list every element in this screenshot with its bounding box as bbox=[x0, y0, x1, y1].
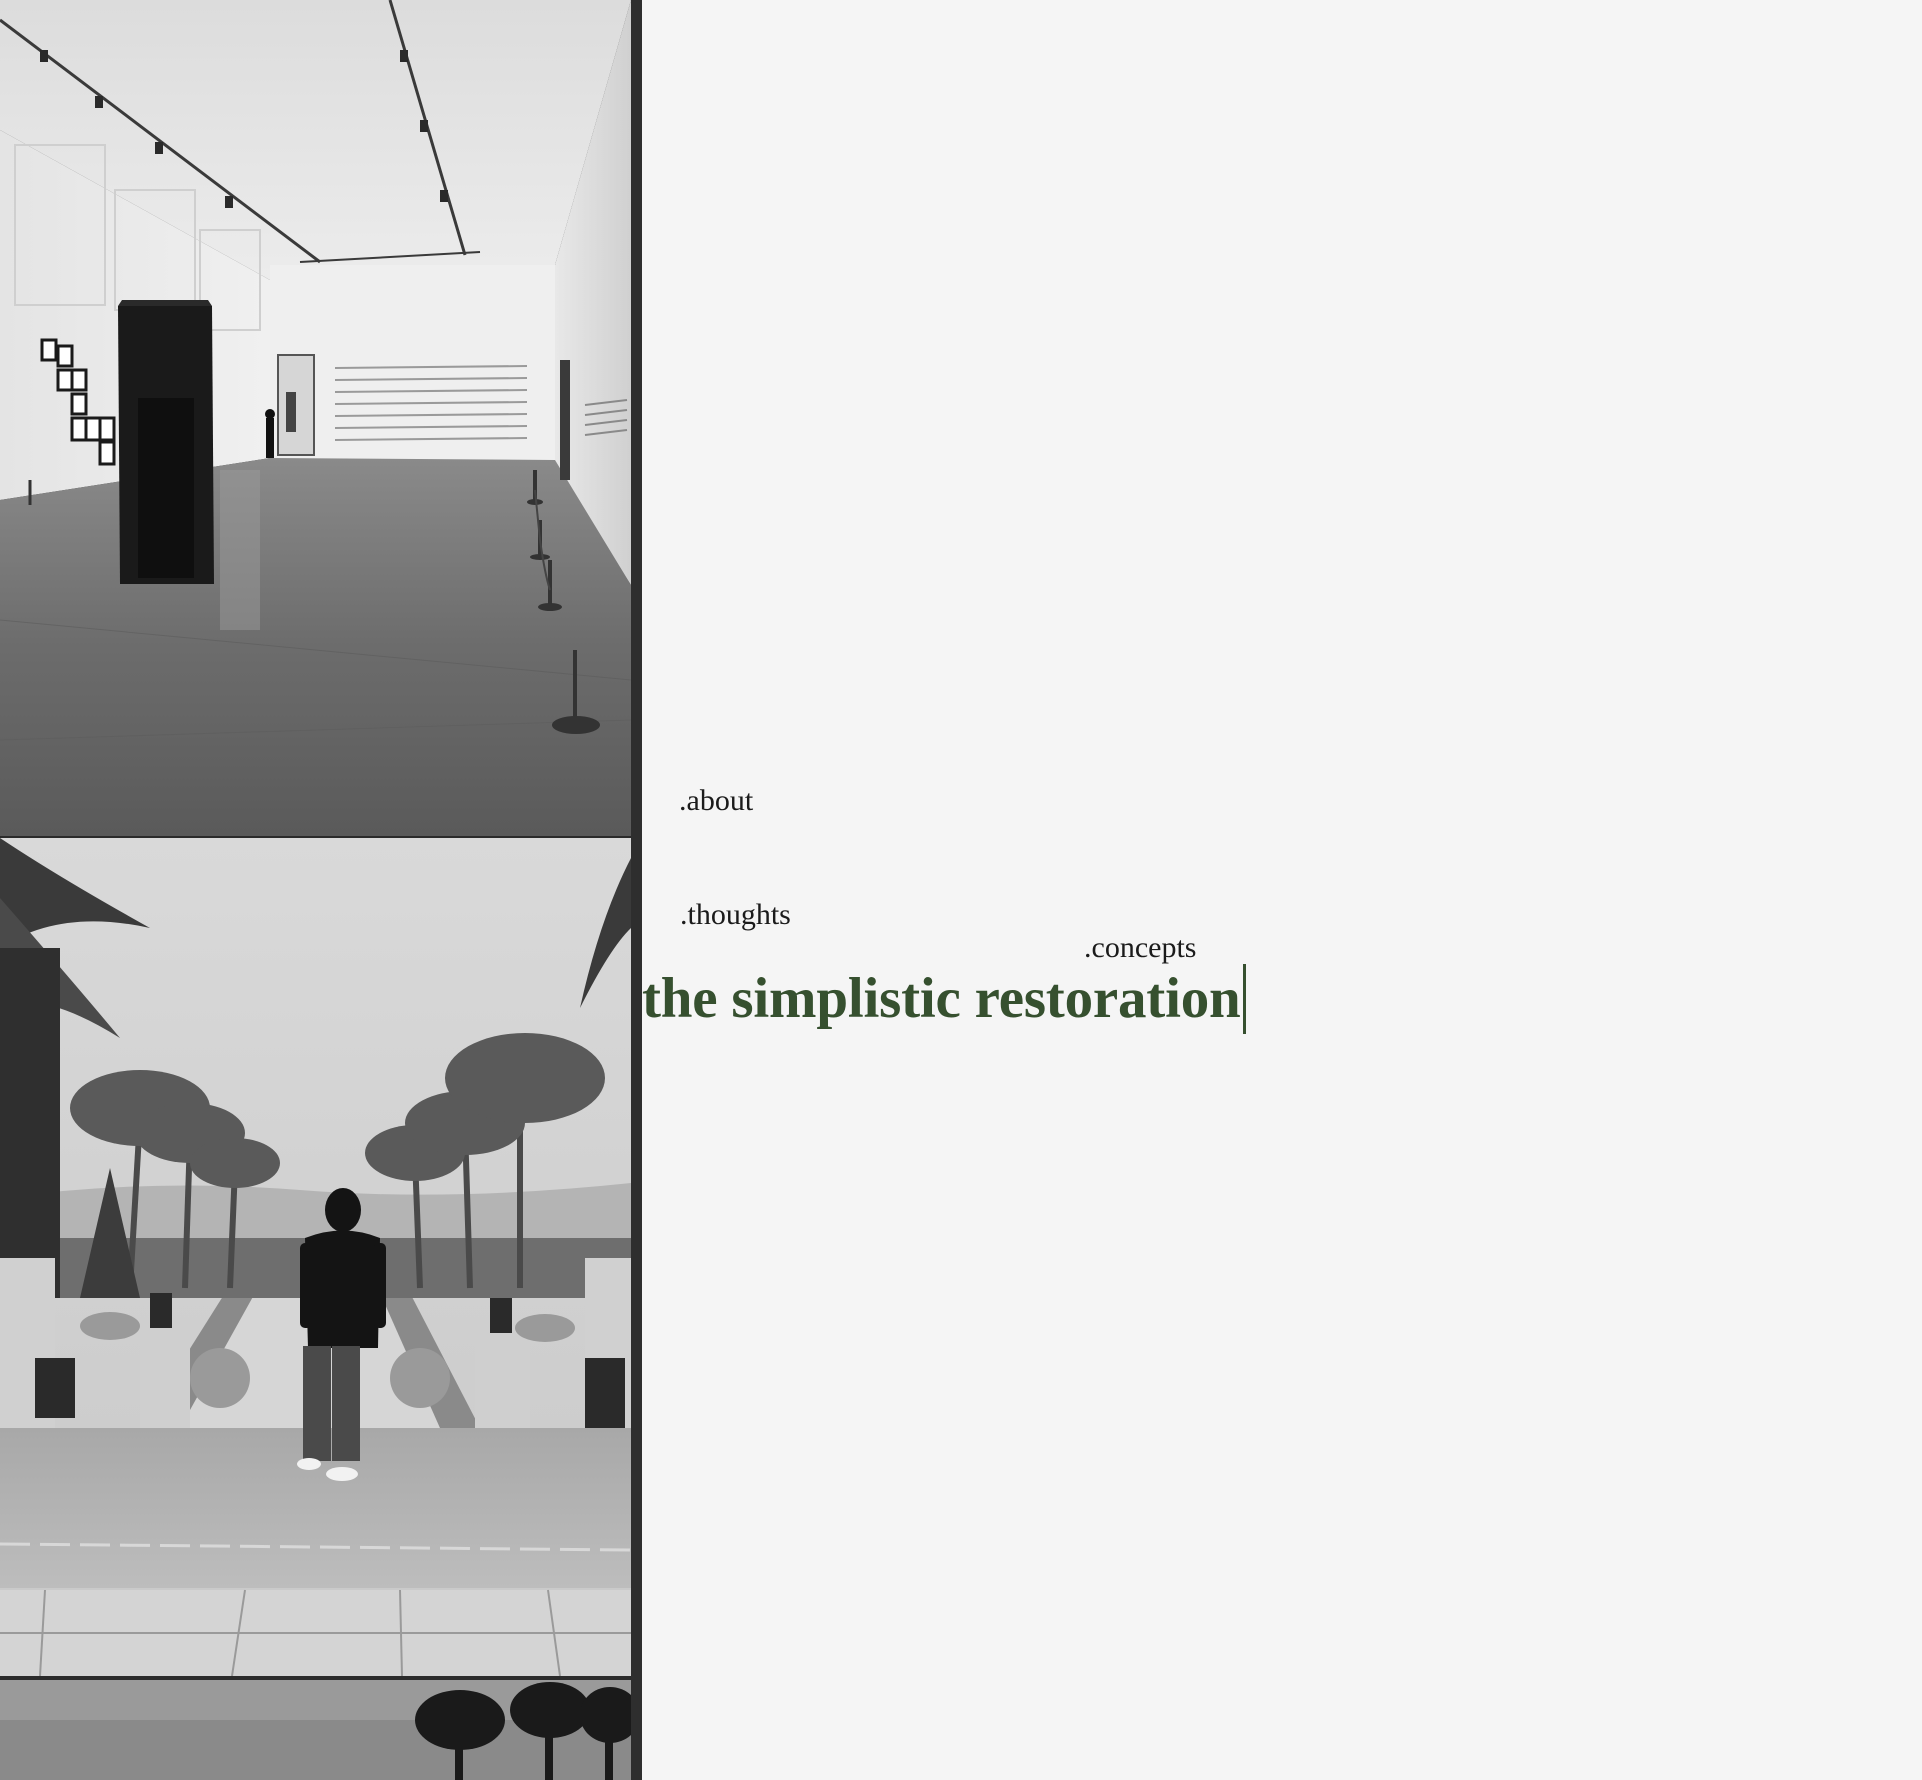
typing-caret bbox=[1242, 964, 1246, 1034]
nav-about-link[interactable]: .about bbox=[679, 784, 753, 818]
page: .about .thoughts .concepts the simplisti… bbox=[0, 0, 1922, 1780]
hero-title-wrap: the simplistic restoration bbox=[642, 964, 1246, 1034]
gallery-interior-photo bbox=[0, 0, 631, 836]
photo-column bbox=[0, 0, 631, 1780]
palm-garden-photo bbox=[0, 838, 631, 1676]
hero-title: the simplistic restoration bbox=[642, 967, 1241, 1030]
nav-concepts-link[interactable]: .concepts bbox=[1084, 931, 1196, 965]
palm-trees-photo bbox=[0, 1680, 631, 1780]
nav-thoughts-link[interactable]: .thoughts bbox=[680, 898, 791, 932]
photo-divider bbox=[631, 0, 642, 1780]
